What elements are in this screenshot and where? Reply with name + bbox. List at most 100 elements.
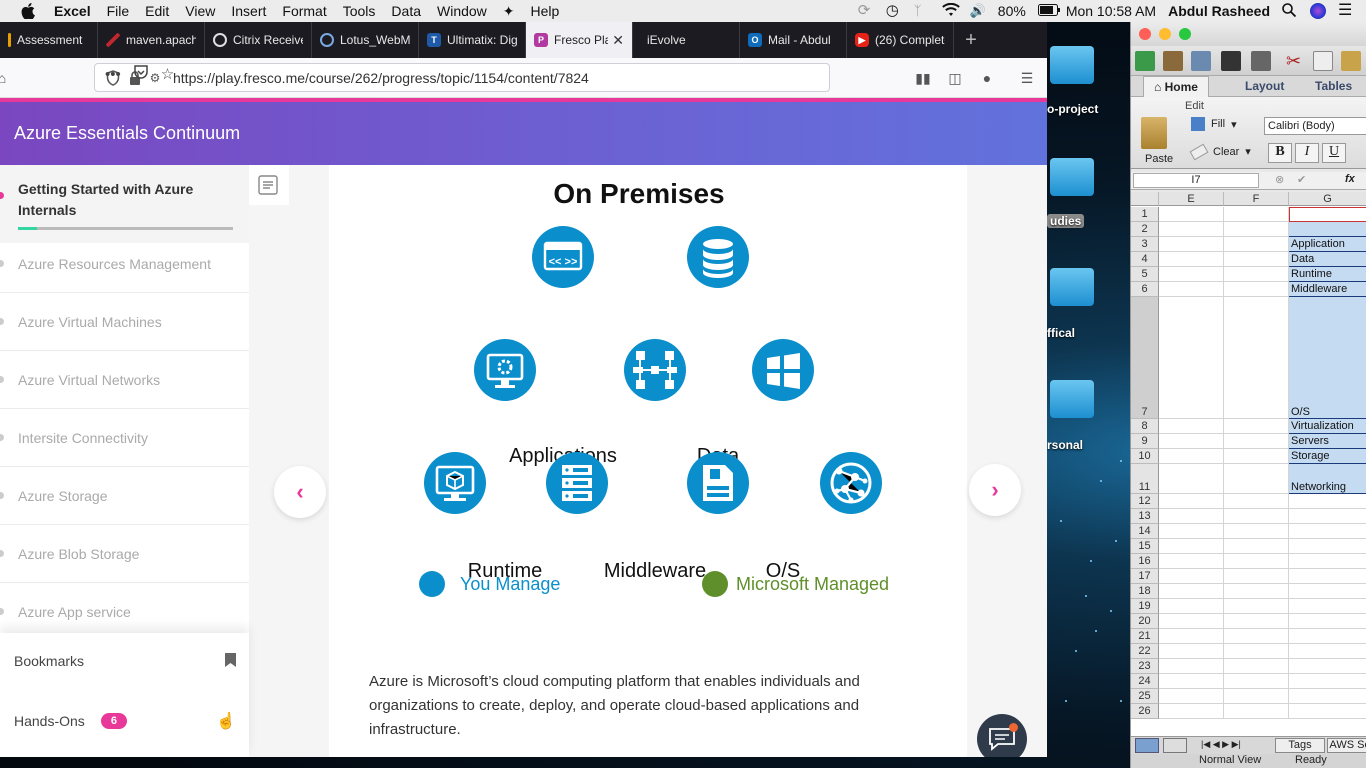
fill-button[interactable]: Fill ▾: [1191, 117, 1237, 131]
cell[interactable]: [1224, 704, 1289, 719]
minimize-window-button[interactable]: [1159, 28, 1171, 40]
paste-button[interactable]: [1141, 117, 1167, 149]
row-header[interactable]: 24: [1131, 674, 1159, 689]
next-button[interactable]: ›: [969, 464, 1021, 516]
cell[interactable]: [1224, 569, 1289, 584]
font-name-field[interactable]: Calibri (Body): [1264, 117, 1366, 135]
new-workbook-icon[interactable]: [1135, 51, 1155, 71]
cell[interactable]: Servers: [1289, 434, 1366, 449]
cell[interactable]: [1159, 237, 1224, 252]
page-layout-view-button[interactable]: [1163, 738, 1187, 753]
cell[interactable]: [1224, 434, 1289, 449]
cell[interactable]: [1159, 674, 1224, 689]
browser-tab[interactable]: Lotus_WebMail: [312, 22, 419, 58]
desktop-folder-icon[interactable]: [1050, 268, 1094, 306]
menu-tools[interactable]: Tools: [343, 3, 376, 19]
paste-icon[interactable]: [1341, 51, 1361, 71]
cell[interactable]: [1289, 704, 1366, 719]
cell[interactable]: [1224, 464, 1289, 494]
row-header[interactable]: 13: [1131, 509, 1159, 524]
tab-close-icon[interactable]: ✕: [612, 32, 624, 49]
cell[interactable]: [1289, 524, 1366, 539]
open-icon[interactable]: [1191, 51, 1211, 71]
chat-button[interactable]: [977, 714, 1027, 757]
cell[interactable]: [1224, 222, 1289, 237]
row-header[interactable]: 10: [1131, 449, 1159, 464]
cell[interactable]: [1289, 689, 1366, 704]
cell[interactable]: [1159, 569, 1224, 584]
sidebar-topic-active[interactable]: Getting Started with Azure Internals: [0, 165, 249, 243]
browser-tab[interactable]: TUltimatix: Digital: [419, 22, 526, 58]
column-header-corner[interactable]: [1131, 192, 1159, 206]
menu-help[interactable]: Help: [531, 3, 560, 19]
cell[interactable]: [1159, 267, 1224, 282]
sidebar-topic[interactable]: Azure Resources Management: [0, 235, 249, 293]
cell[interactable]: Data: [1289, 252, 1366, 267]
fx-button[interactable]: fx: [1345, 173, 1355, 185]
row-header[interactable]: 22: [1131, 644, 1159, 659]
cell[interactable]: [1289, 569, 1366, 584]
paste-label[interactable]: Paste: [1145, 153, 1173, 165]
sync-icon[interactable]: ⟳: [858, 3, 874, 19]
cell[interactable]: [1159, 222, 1224, 237]
cell[interactable]: [1159, 524, 1224, 539]
row-header[interactable]: 2: [1131, 222, 1159, 237]
cell[interactable]: [1224, 674, 1289, 689]
row-header[interactable]: 6: [1131, 282, 1159, 297]
cell[interactable]: [1289, 629, 1366, 644]
cell[interactable]: [1289, 614, 1366, 629]
cell[interactable]: [1159, 629, 1224, 644]
sheet-tab[interactable]: Tags: [1275, 738, 1325, 753]
cell[interactable]: [1224, 539, 1289, 554]
row-header[interactable]: 1: [1131, 207, 1159, 222]
browser-tab[interactable]: Citrix Receiver: [205, 22, 312, 58]
browser-tab[interactable]: iEvolve: [633, 22, 740, 58]
new-tab-button[interactable]: +: [954, 22, 988, 58]
cell[interactable]: [1224, 237, 1289, 252]
underline-button[interactable]: U: [1322, 143, 1346, 163]
siri-icon[interactable]: [1310, 3, 1326, 19]
row-header[interactable]: 21: [1131, 629, 1159, 644]
menu-edit[interactable]: Edit: [145, 3, 169, 19]
cell[interactable]: [1289, 207, 1366, 222]
row-header[interactable]: 11: [1131, 464, 1159, 494]
sidebar-topic[interactable]: Azure Blob Storage: [0, 525, 249, 583]
desktop-label[interactable]: o-project: [1047, 102, 1098, 116]
close-window-button[interactable]: [1139, 28, 1151, 40]
menu-insert[interactable]: Insert: [231, 3, 266, 19]
cell[interactable]: [1159, 282, 1224, 297]
spotlight-search-icon[interactable]: [1282, 3, 1298, 19]
row-header[interactable]: 26: [1131, 704, 1159, 719]
row-header[interactable]: 20: [1131, 614, 1159, 629]
wifi-icon[interactable]: [941, 2, 960, 19]
row-header[interactable]: 23: [1131, 659, 1159, 674]
url-text[interactable]: https://play.fresco.me/course/262/progre…: [173, 70, 829, 86]
row-header[interactable]: 7: [1131, 297, 1159, 419]
cell[interactable]: [1289, 674, 1366, 689]
desktop-folder-icon[interactable]: [1050, 158, 1094, 196]
zoom-window-button[interactable]: [1179, 28, 1191, 40]
copy-icon[interactable]: [1313, 51, 1333, 71]
cell[interactable]: [1224, 494, 1289, 509]
row-header[interactable]: 17: [1131, 569, 1159, 584]
name-box[interactable]: I7: [1133, 173, 1259, 188]
cell[interactable]: [1224, 207, 1289, 222]
cell[interactable]: Application: [1289, 237, 1366, 252]
cell[interactable]: [1159, 599, 1224, 614]
user-name[interactable]: Abdul Rasheed: [1168, 3, 1270, 19]
cell[interactable]: Runtime: [1289, 267, 1366, 282]
row-header[interactable]: 4: [1131, 252, 1159, 267]
tab-layout[interactable]: Layout: [1235, 76, 1294, 97]
cell[interactable]: [1159, 509, 1224, 524]
cell[interactable]: [1159, 584, 1224, 599]
browser-tab[interactable]: maven.apache: [98, 22, 205, 58]
desktop-folder-icon[interactable]: [1050, 380, 1094, 418]
sidebar-topic[interactable]: Azure Virtual Machines: [0, 293, 249, 351]
column-header[interactable]: G: [1289, 192, 1366, 206]
column-header[interactable]: E: [1159, 192, 1224, 206]
menu-data[interactable]: Data: [391, 3, 421, 19]
cancel-formula-icon[interactable]: ⊗: [1275, 173, 1284, 186]
menu-view[interactable]: View: [185, 3, 215, 19]
cell[interactable]: [1159, 449, 1224, 464]
bookmarks-link[interactable]: Bookmarks: [14, 653, 236, 669]
